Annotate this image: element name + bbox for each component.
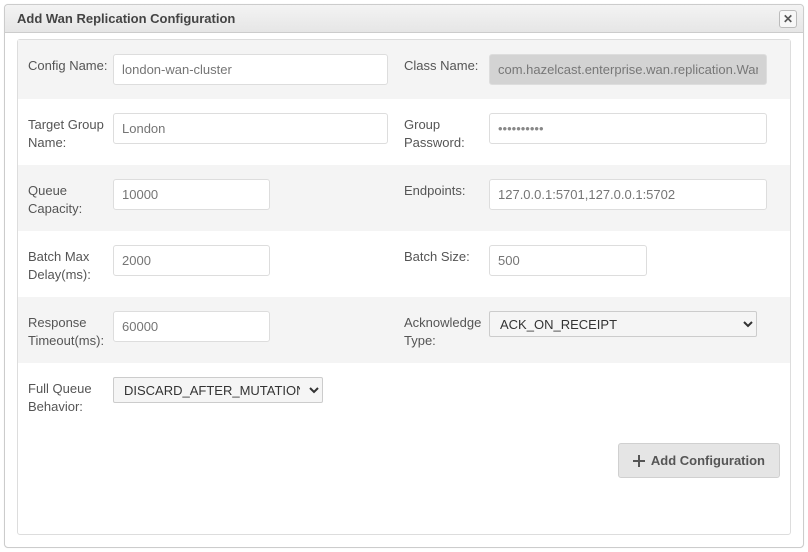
add-configuration-label: Add Configuration (651, 453, 765, 468)
response-timeout-input[interactable] (113, 311, 270, 342)
group-password-input[interactable] (489, 113, 767, 144)
endpoints-input[interactable] (489, 179, 767, 210)
class-name-label: Class Name: (404, 54, 489, 85)
form-row: Queue Capacity: Endpoints: (18, 165, 790, 231)
form-row: Full Queue Behavior: DISCARD_AFTER_MUTAT… (18, 363, 790, 429)
response-timeout-label: Response Timeout(ms): (28, 311, 113, 349)
wan-replication-dialog: Add Wan Replication Configuration ✕ Conf… (4, 4, 804, 548)
close-icon: ✕ (783, 13, 793, 25)
form-row: Config Name: Class Name: (18, 40, 790, 99)
batch-max-delay-input[interactable] (113, 245, 270, 276)
class-name-input (489, 54, 767, 85)
form-row: Target Group Name: Group Password: (18, 99, 790, 165)
acknowledge-type-select[interactable]: ACK_ON_RECEIPT (489, 311, 757, 337)
add-configuration-button[interactable]: Add Configuration (618, 443, 780, 478)
dialog-titlebar: Add Wan Replication Configuration ✕ (5, 5, 803, 33)
batch-size-input[interactable] (489, 245, 647, 276)
dialog-title: Add Wan Replication Configuration (17, 11, 235, 26)
dialog-content: Config Name: Class Name: Target Group Na… (17, 39, 791, 535)
full-queue-behavior-label: Full Queue Behavior: (28, 377, 113, 415)
batch-max-delay-label: Batch Max Delay(ms): (28, 245, 113, 283)
config-name-input[interactable] (113, 54, 388, 85)
full-queue-behavior-select[interactable]: DISCARD_AFTER_MUTATION (113, 377, 323, 403)
config-name-label: Config Name: (28, 54, 113, 85)
queue-capacity-input[interactable] (113, 179, 270, 210)
acknowledge-type-label: Acknowledge Type: (404, 311, 489, 349)
group-password-label: Group Password: (404, 113, 489, 151)
close-button[interactable]: ✕ (779, 10, 797, 28)
dialog-footer: Add Configuration (18, 429, 790, 498)
plus-icon (633, 455, 645, 467)
endpoints-label: Endpoints: (404, 179, 489, 210)
form-row: Response Timeout(ms): Acknowledge Type: … (18, 297, 790, 363)
form-row: Batch Max Delay(ms): Batch Size: (18, 231, 790, 297)
batch-size-label: Batch Size: (404, 245, 489, 276)
target-group-name-label: Target Group Name: (28, 113, 113, 151)
queue-capacity-label: Queue Capacity: (28, 179, 113, 217)
target-group-name-input[interactable] (113, 113, 388, 144)
